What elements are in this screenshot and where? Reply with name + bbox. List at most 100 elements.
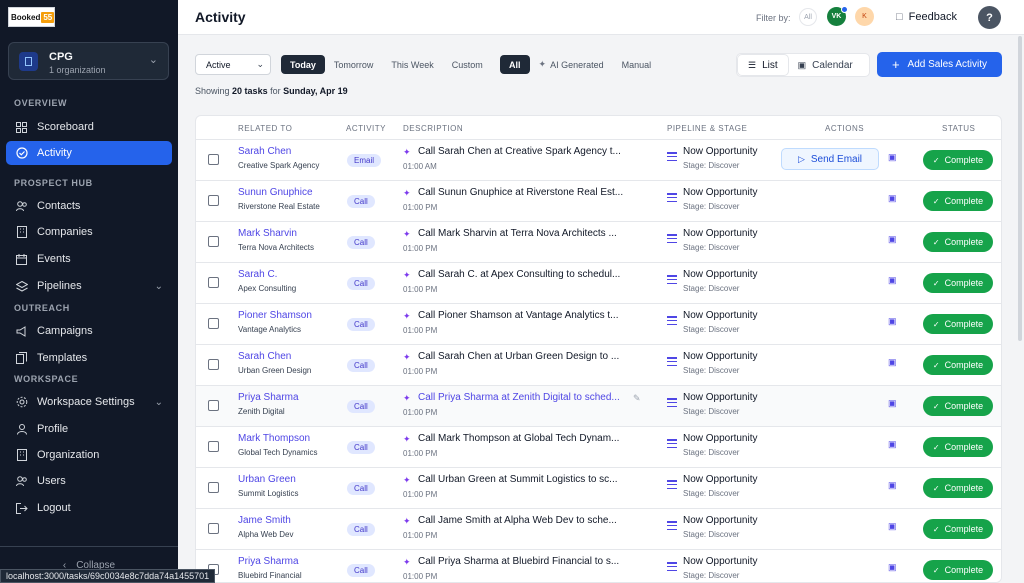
- status-complete-button[interactable]: ✓ Complete: [923, 273, 993, 293]
- row-checkbox[interactable]: [208, 318, 219, 329]
- reschedule-calendar-icon[interactable]: ▣: [888, 275, 897, 286]
- row-checkbox[interactable]: [208, 441, 219, 452]
- sidebar-item-logout[interactable]: Logout: [6, 496, 172, 520]
- task-description[interactable]: Call Mark Sharvin at Terra Nova Architec…: [418, 228, 628, 239]
- sidebar-item-campaigns[interactable]: Campaigns: [6, 319, 172, 343]
- status-select[interactable]: Active ⌄: [195, 54, 271, 75]
- contact-name-link[interactable]: Sarah Chen: [238, 351, 291, 362]
- row-checkbox[interactable]: [208, 482, 219, 493]
- reschedule-calendar-icon[interactable]: ▣: [888, 480, 897, 491]
- header-description[interactable]: DESCRIPTION: [403, 124, 463, 133]
- contact-name-link[interactable]: Sarah Chen: [238, 146, 291, 157]
- contact-name-link[interactable]: Pioner Shamson: [238, 310, 312, 321]
- sidebar-item-activity[interactable]: Activity: [6, 141, 172, 165]
- table-row[interactable]: Sunun Gnuphice Riverstone Real Estate Call…: [196, 180, 1001, 221]
- sidebar-item-scoreboard[interactable]: Scoreboard: [6, 115, 172, 139]
- tab-manual[interactable]: Manual: [613, 55, 661, 74]
- row-checkbox[interactable]: [208, 359, 219, 370]
- view-calendar-button[interactable]: ▣ Calendar: [788, 55, 863, 75]
- send-email-button[interactable]: ▷ Send Email: [781, 148, 879, 170]
- status-complete-button[interactable]: ✓ Complete: [923, 478, 993, 498]
- task-description[interactable]: Call Mark Thompson at Global Tech Dynam.…: [418, 433, 628, 444]
- row-checkbox[interactable]: [208, 154, 219, 165]
- task-description[interactable]: Call Urban Green at Summit Logistics to …: [418, 474, 628, 485]
- reschedule-calendar-icon[interactable]: ▣: [888, 193, 897, 204]
- sidebar-item-templates[interactable]: Templates: [6, 346, 172, 370]
- sidebar-item-users[interactable]: Users: [6, 469, 172, 493]
- reschedule-calendar-icon[interactable]: ▣: [888, 152, 897, 163]
- tab-ai-generated[interactable]: ✦ AI Generated: [530, 55, 613, 74]
- sidebar-item-companies[interactable]: Companies: [6, 220, 172, 244]
- task-description[interactable]: Call Jame Smith at Alpha Web Dev to sche…: [418, 515, 628, 526]
- contact-name-link[interactable]: Urban Green: [238, 474, 296, 485]
- table-row[interactable]: Pioner Shamson Vantage Analytics Call ✦ Call…: [196, 303, 1001, 344]
- tab-today[interactable]: Today: [281, 55, 325, 74]
- filter-all-button[interactable]: All: [799, 8, 817, 26]
- table-row[interactable]: Mark Sharvin Terra Nova Architects Call ✦ Ca…: [196, 221, 1001, 262]
- table-row[interactable]: Mark Thompson Global Tech Dynamics Call ✦ Ca…: [196, 426, 1001, 467]
- add-sales-activity-button[interactable]: + Add Sales Activity: [877, 52, 1002, 77]
- task-description[interactable]: Call Priya Sharma at Zenith Digital to s…: [418, 392, 628, 403]
- task-description[interactable]: Call Sarah Chen at Urban Green Design to…: [418, 351, 628, 362]
- tab-custom[interactable]: Custom: [443, 55, 492, 74]
- contact-name-link[interactable]: Priya Sharma: [238, 556, 299, 567]
- view-list-button[interactable]: ☰ List: [738, 55, 788, 75]
- status-complete-button[interactable]: ✓ Complete: [923, 437, 993, 457]
- task-description[interactable]: Call Sarah Chen at Creative Spark Agency…: [418, 146, 628, 157]
- filter-avatar-vk[interactable]: VK: [827, 6, 848, 26]
- sidebar-item-profile[interactable]: Profile: [6, 417, 172, 441]
- task-description[interactable]: Call Priya Sharma at Bluebird Financial …: [418, 556, 628, 567]
- status-complete-button[interactable]: ✓ Complete: [923, 191, 993, 211]
- reschedule-calendar-icon[interactable]: ▣: [888, 521, 897, 532]
- table-row[interactable]: Sarah C. Apex Consulting Call ✦ Call Sarah C…: [196, 262, 1001, 303]
- row-checkbox[interactable]: [208, 277, 219, 288]
- status-complete-button[interactable]: ✓ Complete: [923, 396, 993, 416]
- task-description[interactable]: Call Pioner Shamson at Vantage Analytics…: [418, 310, 628, 321]
- table-row[interactable]: Sarah Chen Creative Spark Agency Email ✦ Cal…: [196, 139, 1001, 180]
- pencil-icon[interactable]: ✎: [633, 393, 641, 404]
- header-pipeline-stage[interactable]: PIPELINE & STAGE: [667, 124, 747, 133]
- contact-name-link[interactable]: Sarah C.: [238, 269, 277, 280]
- reschedule-calendar-icon[interactable]: ▣: [888, 398, 897, 409]
- reschedule-calendar-icon[interactable]: ▣: [888, 316, 897, 327]
- feedback-button[interactable]: □ Feedback: [896, 11, 957, 23]
- status-complete-button[interactable]: ✓ Complete: [923, 519, 993, 539]
- table-row[interactable]: Urban Green Summit Logistics Call ✦ Call Urb…: [196, 467, 1001, 508]
- contact-name-link[interactable]: Mark Sharvin: [238, 228, 297, 239]
- table-row[interactable]: Jame Smith Alpha Web Dev Call ✦ Call Jame Sm…: [196, 508, 1001, 549]
- table-row[interactable]: Sarah Chen Urban Green Design Call ✦ Call Sa…: [196, 344, 1001, 385]
- status-complete-button[interactable]: ✓ Complete: [923, 314, 993, 334]
- tab-this-week[interactable]: This Week: [382, 55, 442, 74]
- header-related-to[interactable]: RELATED TO: [238, 124, 292, 133]
- row-checkbox[interactable]: [208, 400, 219, 411]
- row-checkbox[interactable]: [208, 195, 219, 206]
- sidebar-item-contacts[interactable]: Contacts: [6, 194, 172, 218]
- org-switcher[interactable]: CPG 1 organization ⌄: [8, 42, 169, 80]
- filter-avatar-k[interactable]: K: [855, 7, 874, 26]
- page-scrollbar[interactable]: [1018, 36, 1022, 341]
- task-description[interactable]: Call Sarah C. at Apex Consulting to sche…: [418, 269, 628, 280]
- row-checkbox[interactable]: [208, 523, 219, 534]
- row-checkbox[interactable]: [208, 236, 219, 247]
- tab-all[interactable]: All: [500, 55, 530, 74]
- tab-tomorrow[interactable]: Tomorrow: [325, 55, 383, 74]
- sidebar-item-pipelines[interactable]: Pipelines ⌄: [6, 274, 172, 298]
- status-complete-button[interactable]: ✓ Complete: [923, 355, 993, 375]
- contact-name-link[interactable]: Sunun Gnuphice: [238, 187, 313, 198]
- reschedule-calendar-icon[interactable]: ▣: [888, 562, 897, 573]
- reschedule-calendar-icon[interactable]: ▣: [888, 357, 897, 368]
- status-complete-button[interactable]: ✓ Complete: [923, 150, 993, 170]
- sidebar-item-organization[interactable]: Organization: [6, 443, 172, 467]
- help-button[interactable]: ?: [978, 6, 1001, 29]
- sidebar-item-workspace-settings[interactable]: Workspace Settings ⌄: [6, 390, 172, 414]
- status-complete-button[interactable]: ✓ Complete: [923, 232, 993, 252]
- contact-name-link[interactable]: Priya Sharma: [238, 392, 299, 403]
- header-status[interactable]: STATUS: [942, 124, 975, 133]
- contact-name-link[interactable]: Jame Smith: [238, 515, 291, 526]
- task-description[interactable]: Call Sunun Gnuphice at Riverstone Real E…: [418, 187, 628, 198]
- table-row[interactable]: Priya Sharma Zenith Digital Call ✦ Call Priy…: [196, 385, 1001, 426]
- table-row[interactable]: Priya Sharma Bluebird Financial Call ✦ Call …: [196, 549, 1001, 582]
- contact-name-link[interactable]: Mark Thompson: [238, 433, 310, 444]
- app-logo[interactable]: Booked 55: [8, 7, 55, 27]
- reschedule-calendar-icon[interactable]: ▣: [888, 234, 897, 245]
